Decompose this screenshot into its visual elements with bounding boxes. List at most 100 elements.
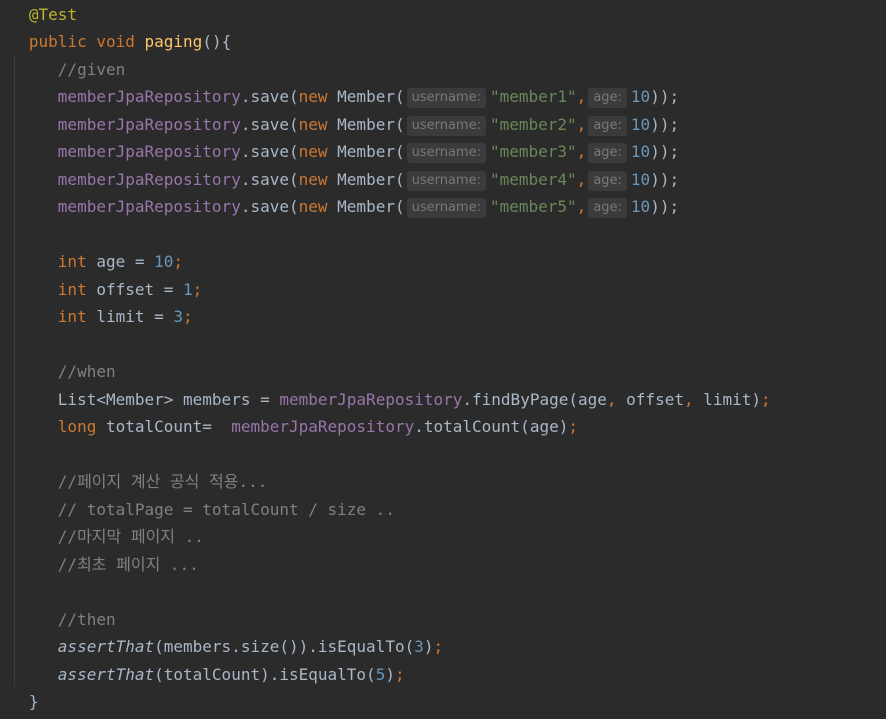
comma: , [683,390,694,409]
save-line-5: memberJpaRepository.save(new Member(user… [0,193,886,220]
member-string: "member1" [489,87,577,106]
save-call: .save( [240,170,299,189]
semicolon: ; [761,390,771,409]
semicolon: ; [173,252,184,271]
close-call: )); [650,197,680,216]
comment-line-1: //페이지 계산 공식 적용... [0,468,886,495]
expected-value: 5 [375,665,386,684]
username-hint: username: [406,198,486,218]
comment-when: //when [57,362,116,381]
member-constructor: Member( [327,170,405,189]
comment-then: //then [57,610,116,629]
comma: , [576,142,587,161]
age-hint: age: [588,143,627,163]
comma: , [576,87,587,106]
keyword-new: new [298,115,328,134]
find-by-page-call: .findByPage(age [462,390,607,409]
save-call: .save( [240,87,299,106]
value-offset: 1 [183,280,193,299]
close-call: )); [650,115,680,134]
member-string: "member3" [489,142,577,161]
username-hint: username: [406,171,486,191]
save-call: .save( [240,142,299,161]
total-line: long totalCount= memberJpaRepository.tot… [0,413,886,440]
var-offset: offset = [86,280,184,299]
repo-field: memberJpaRepository [57,115,241,134]
keyword-new: new [298,142,328,161]
method-open: (){ [202,32,232,51]
repo-field: memberJpaRepository [57,87,241,106]
method-name: paging [144,32,203,51]
member-constructor: Member( [327,142,405,161]
age-hint: age: [588,116,627,136]
code-line-3: //given [0,56,886,83]
assert-args: (totalCount).isEqualTo( [154,665,376,684]
repo-field: memberJpaRepository [57,142,241,161]
comment-first-page: //최초 페이지 ... [57,555,199,574]
comment-total-page: // totalPage = totalCount / size .. [57,500,395,519]
comma: , [576,115,587,134]
member-string: "member5" [489,197,577,216]
save-line-3: memberJpaRepository.save(new Member(user… [0,138,886,165]
close-paren: ) [423,637,434,656]
total-count-call: .totalCount(age) [414,417,569,436]
repo-field: memberJpaRepository [279,390,463,409]
code-line-2: public void paging(){ [0,28,886,55]
closing-brace: } [28,692,39,711]
decl-offset-line: int offset = 1; [0,276,886,303]
close-paren: ) [385,665,395,684]
save-line-1: memberJpaRepository.save(new Member(user… [0,83,886,110]
keyword-int: int [57,280,87,299]
semicolon: ; [183,307,193,326]
expected-value: 3 [414,637,424,656]
save-line-4: memberJpaRepository.save(new Member(user… [0,166,886,193]
comma: , [606,390,617,409]
comment-given: //given [57,60,126,79]
username-hint: username: [406,143,486,163]
age-hint: age: [588,198,627,218]
keyword-new: new [298,170,328,189]
keyword-void: void [96,32,135,51]
age-hint: age: [588,88,627,108]
member-string: "member4" [489,170,577,189]
age-hint: age: [588,171,627,191]
comment-line-3: //마지막 페이지 .. [0,523,886,550]
code-editor[interactable]: @Test public void paging(){ //given memb… [0,0,886,719]
comma: , [576,170,587,189]
decl-limit-line: int limit = 3; [0,303,886,330]
repo-field: memberJpaRepository [231,417,415,436]
assert-line-2: assertThat(totalCount).isEqualTo(5); [0,661,886,688]
age-number: 10 [630,170,651,189]
comment-when-line: //when [0,358,886,385]
save-call: .save( [240,197,299,216]
age-number: 10 [630,142,651,161]
comment-then-line: //then [0,606,886,633]
offset-arg: offset [616,390,684,409]
close-call: )); [650,87,680,106]
comment-page-formula: //페이지 계산 공식 적용... [57,472,268,491]
semicolon: ; [192,280,203,299]
value-limit: 3 [173,307,184,326]
member-constructor: Member( [327,197,405,216]
assert-that: assertThat [57,637,155,656]
username-hint: username: [406,88,486,108]
find-line: List<Member> members = memberJpaReposito… [0,386,886,413]
save-call: .save( [240,115,299,134]
var-age: age = [86,252,155,271]
comment-line-4: //최초 페이지 ... [0,551,886,578]
username-hint: username: [406,116,486,136]
keyword-public: public [28,32,87,51]
age-number: 10 [630,115,651,134]
close-call: )); [650,142,680,161]
age-number: 10 [630,197,651,216]
semicolon: ; [433,637,444,656]
save-line-2: memberJpaRepository.save(new Member(user… [0,111,886,138]
limit-arg: limit) [693,390,762,409]
member-string: "member2" [489,115,577,134]
assert-that: assertThat [57,665,155,684]
comment-line-2: // totalPage = totalCount / size .. [0,496,886,523]
value-age: 10 [154,252,174,271]
assert-line-1: assertThat(members.size()).isEqualTo(3); [0,633,886,660]
total-count-decl: totalCount= [96,417,232,436]
decl-age-line: int age = 10; [0,248,886,275]
